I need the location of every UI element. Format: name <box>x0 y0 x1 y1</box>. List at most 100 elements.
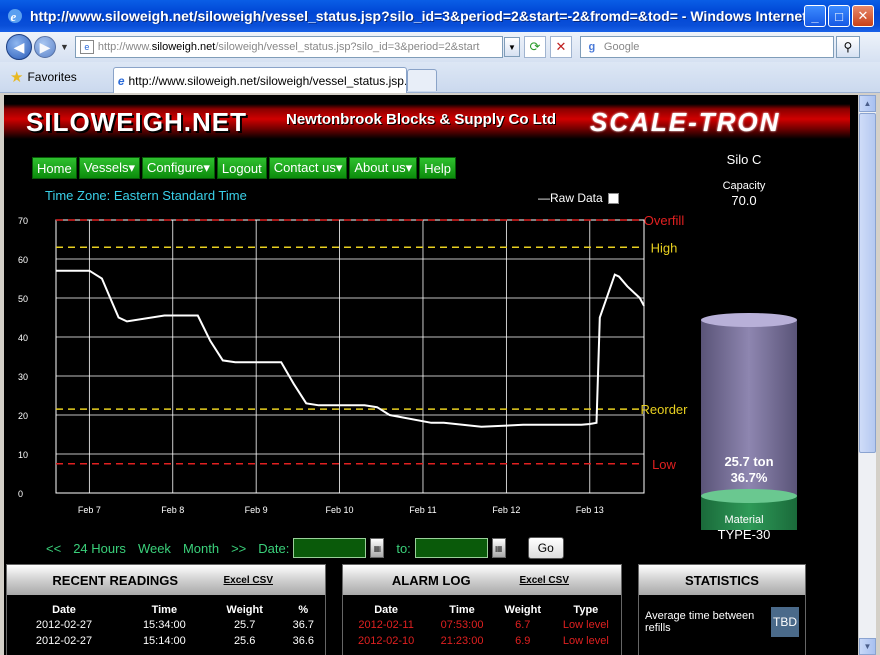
material-label: Material <box>724 514 764 526</box>
from-calendar-icon[interactable]: ▦ <box>370 538 385 558</box>
date-range-controls: << 24 Hours Week Month >> Date: ▦ to: ▦ … <box>46 537 564 559</box>
cell-time: 15:14:00 <box>142 635 186 647</box>
threshold-label-low: Low <box>652 457 676 472</box>
to-calendar-icon[interactable]: ▦ <box>491 538 506 558</box>
prev-period-link[interactable]: << <box>46 541 61 556</box>
company-name: Newtonbrook Blocks & Supply Co Ltd <box>286 111 557 128</box>
col-type: Type <box>573 604 599 616</box>
maximize-button[interactable]: □ <box>828 5 850 27</box>
cell-date: 2012-02-27 <box>35 635 93 647</box>
vertical-scrollbar[interactable]: ▲ ▼ <box>858 95 876 655</box>
col-date: Date <box>52 604 76 616</box>
browser-tab[interactable]: e http://www.siloweigh.net/siloweigh/ves… <box>112 67 407 93</box>
minimize-button[interactable]: _ <box>804 5 826 27</box>
menu-logout[interactable]: Logout <box>216 157 267 179</box>
to-date-input[interactable] <box>414 538 488 558</box>
window-title-bar: e http://www.siloweigh.net/siloweigh/ves… <box>0 0 880 32</box>
search-input[interactable]: g Google <box>579 36 834 58</box>
cell-weight: 6.9 <box>515 635 531 647</box>
cell-date: 2012-02-27 <box>35 619 93 631</box>
recent-excel-link[interactable]: Excel CSV <box>224 575 273 586</box>
from-date-input[interactable] <box>293 538 367 558</box>
cell-percent: 36.7 <box>292 619 314 631</box>
y-tick-label: 70 <box>18 216 28 226</box>
y-tick-label: 60 <box>18 255 28 265</box>
cell-type: Low level <box>562 619 609 631</box>
tab-title: http://www.siloweigh.net/siloweigh/vesse… <box>128 73 407 88</box>
scroll-down-icon[interactable]: ▼ <box>859 638 876 655</box>
go-button[interactable]: Go <box>527 537 564 559</box>
scroll-thumb[interactable] <box>859 113 876 453</box>
table-row: 2012-02-10 21:23:00 6.9 Low level <box>343 633 621 649</box>
range-month-link[interactable]: Month <box>183 541 219 556</box>
refresh-button[interactable]: ⟳ <box>523 36 546 58</box>
url-host: siloweigh.net <box>151 41 216 53</box>
forward-arrow-icon: ▶ <box>39 38 51 55</box>
y-tick-label: 10 <box>18 450 28 460</box>
menu-about-us[interactable]: About us▾ <box>349 157 418 179</box>
close-window-button[interactable]: ✕ <box>852 5 874 27</box>
svg-text:e: e <box>11 9 17 24</box>
refresh-icon: ⟳ <box>529 39 541 54</box>
timezone-label: Time Zone: Eastern Standard Time <box>45 188 247 203</box>
site-logo[interactable]: SILOWEIGH.NET <box>26 107 247 138</box>
threshold-label-overfill: Overfill <box>644 213 685 228</box>
cell-type: Low level <box>562 635 609 647</box>
back-button[interactable]: ◀ <box>6 34 32 60</box>
brand-logo: SCALE-TRON <box>590 107 781 137</box>
scroll-up-icon[interactable]: ▲ <box>859 95 876 112</box>
y-tick-label: 30 <box>18 372 28 382</box>
threshold-label-reorder: Reorder <box>641 402 689 417</box>
internet-explorer-icon: e <box>8 9 22 24</box>
favorites-button[interactable]: ★ Favorites <box>10 68 77 86</box>
forward-button[interactable]: ▶ <box>34 36 56 58</box>
x-tick-label: Feb 10 <box>326 505 354 515</box>
stop-button[interactable]: ✕ <box>549 36 572 58</box>
table-row: 2012-02-27 15:34:00 25.7 36.7 <box>7 617 325 633</box>
col-time: Time <box>449 604 475 616</box>
alarm-log-title: ALARM LOG <box>391 572 471 588</box>
raw-data-checkbox[interactable] <box>607 192 619 204</box>
silo-name: Silo C <box>726 152 762 167</box>
new-tab-button[interactable] <box>406 69 437 91</box>
alarm-log-panel: ALARM LOG Excel CSV Date Time Weight Typ… <box>342 564 622 655</box>
menu-configure[interactable]: Configure▾ <box>142 157 215 179</box>
search-button[interactable]: ⚲ <box>835 36 860 58</box>
menu-contact-us[interactable]: Contact us▾ <box>268 157 348 179</box>
statistics-panel: STATISTICS Average time between refills … <box>638 564 806 655</box>
cell-weight: 6.7 <box>515 619 531 631</box>
cell-date: 2012-02-11 <box>358 619 414 631</box>
recent-readings-panel: RECENT READINGS Excel CSV Date Time Weig… <box>6 564 326 655</box>
table-row: 2012-02-27 15:14:00 25.6 36.6 <box>7 633 325 649</box>
history-dropdown-icon[interactable]: ▼ <box>60 42 69 52</box>
recent-readings-table: Date Time Weight % 2012-02-27 15:34:00 2… <box>7 603 325 649</box>
cell-time: 07:53:00 <box>440 619 484 631</box>
avg-refill-value: TBD <box>771 607 799 637</box>
alarm-excel-link[interactable]: Excel CSV <box>520 575 569 586</box>
x-tick-label: Feb 8 <box>161 505 184 515</box>
cell-percent: 36.6 <box>292 635 314 647</box>
menu-home[interactable]: Home <box>32 157 77 179</box>
range-24-hours-link[interactable]: 24 Hours <box>73 541 126 556</box>
cell-weight: 25.6 <box>233 635 256 647</box>
menu-vessels[interactable]: Vessels▾ <box>78 157 141 179</box>
address-bar[interactable]: e http://www. siloweigh.net/siloweigh/ves… <box>74 36 503 58</box>
web-page: SILOWEIGH.NET Newtonbrook Blocks & Suppl… <box>4 95 858 655</box>
alarm-log-table: Date Time Weight Type 2012-02-11 07:53:0… <box>343 603 621 649</box>
col-time: Time <box>151 604 178 616</box>
avg-refill-stat: Average time between refills TBD <box>639 607 805 637</box>
google-icon: g <box>588 41 596 53</box>
address-dropdown-button[interactable]: ▼ <box>503 37 520 57</box>
col-weight: Weight <box>226 604 263 616</box>
menu-help[interactable]: Help <box>419 157 456 179</box>
favorites-bar: ★ Favorites e http://www.siloweigh.net/s… <box>0 62 880 93</box>
silo-weight-text: 25.7 ton <box>724 454 773 469</box>
threshold-label-high: High <box>651 240 678 255</box>
window-title: http://www.siloweigh.net/siloweigh/vesse… <box>30 8 804 24</box>
range-week-link[interactable]: Week <box>138 541 171 556</box>
next-period-link[interactable]: >> <box>231 541 246 556</box>
main-menu: Home Vessels▾ Configure▾ Logout Contact … <box>32 157 456 179</box>
raw-data-toggle: —Raw Data <box>538 191 619 205</box>
raw-data-label: —Raw Data <box>538 191 603 205</box>
cell-time: 21:23:00 <box>440 635 484 647</box>
